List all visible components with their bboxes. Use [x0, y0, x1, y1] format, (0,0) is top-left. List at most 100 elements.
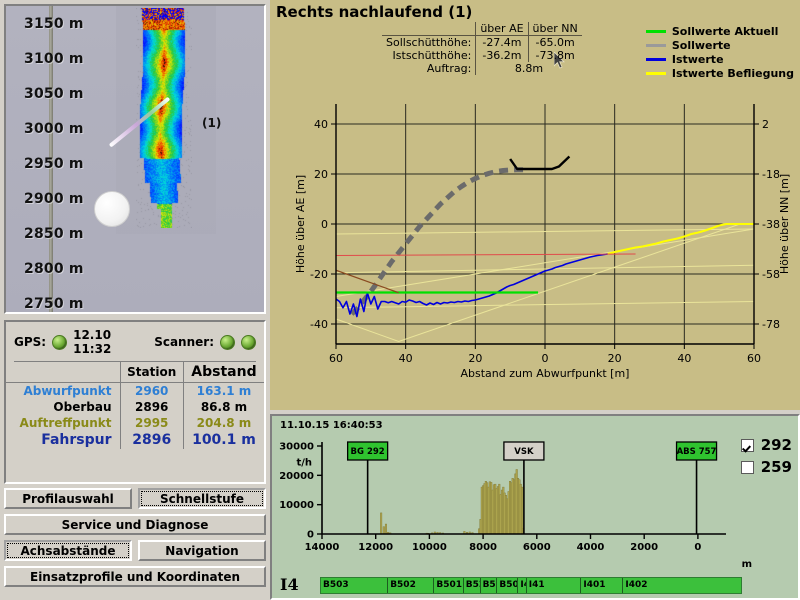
svg-text:-40: -40 — [310, 318, 328, 331]
station-label: 3000 m — [24, 121, 84, 137]
gps-label: GPS: — [14, 335, 47, 349]
throughput-chart-svg: 0100002000030000t/h14000 12000 10000 8000 60… — [274, 430, 744, 560]
throughput-checkbox-group: 292 259 — [740, 434, 792, 478]
readout-auftrag-value: 8.8m — [475, 62, 582, 75]
station-label: 2900 m — [24, 191, 84, 207]
table-body: Abwurfpunkt 2960 163.1 m Oberbau 2896 86.8 mA… — [6, 382, 264, 449]
svg-text:Abstand zum Abwurfpunkt [m]: Abstand zum Abwurfpunkt [m] — [461, 367, 630, 380]
track-segment[interactable]: B501 — [434, 578, 464, 593]
readout-row-ist: Istschütthöhe: -36.2m -73.8m — [382, 49, 582, 62]
row-label: Abwurfpunkt — [23, 384, 112, 398]
boom-label: (1) — [202, 116, 222, 130]
scanner-label: Scanner: — [154, 335, 214, 349]
track-segment[interactable]: I41 — [526, 578, 582, 593]
svg-text:t/h: t/h — [296, 458, 312, 469]
track-segment[interactable]: B52 — [463, 578, 481, 593]
checkbox-259[interactable] — [740, 460, 754, 474]
throughput-bar — [521, 486, 524, 535]
table-row[interactable]: Oberbau 2896 86.8 m — [6, 399, 264, 415]
svg-text:0: 0 — [694, 542, 701, 553]
table-header-blank — [6, 362, 120, 383]
readout-corner — [382, 22, 476, 36]
throughput-panel: 11.10.15 16:40:53 0 10000 20000 30000 t/h 140… — [270, 414, 800, 600]
track-segment[interactable]: I4 — [518, 578, 527, 593]
gps-status-led — [52, 334, 68, 350]
button-achsabst-nde[interactable]: Achsabstände — [4, 540, 132, 561]
throughput-bar — [382, 526, 385, 535]
row-station: 2960 — [119, 382, 184, 399]
button-profilauswahl[interactable]: Profilauswahl — [4, 488, 132, 509]
scan-view-canvas[interactable]: 3150 m 3100 m 3050 m 3000 m 2950 m 2900 m 2850… — [6, 6, 264, 312]
button-navigation[interactable]: Navigation — [138, 540, 266, 561]
svg-text:BG 292: BG 292 — [351, 447, 385, 457]
track-segment[interactable]: I401 — [581, 578, 624, 593]
svg-text:20000: 20000 — [279, 471, 314, 482]
info-panel: GPS: 12.10 11:32 Scanner: Station Abstan… — [4, 320, 266, 484]
checkbox-label: 292 — [760, 436, 792, 454]
svg-text:0: 0 — [321, 218, 328, 231]
legend-label: Istwerte — [671, 52, 724, 66]
svg-text:12000: 12000 — [358, 542, 393, 553]
track-segment[interactable]: B503 — [321, 578, 389, 593]
station-label: 2800 m — [24, 261, 84, 277]
page-title: Rechts nachlaufend (1) — [276, 3, 473, 21]
button-row: Einsatzprofile und Koordinaten — [4, 566, 266, 587]
checkbox-row[interactable]: 259 — [740, 456, 792, 478]
table-row[interactable]: Auftreffpunkt 2995 204.8 m — [6, 415, 264, 431]
readout-soll-ae: -27.4m — [475, 35, 529, 49]
profile-chart-plot[interactable]: 60 40 20 0 20 40 60 Abstand zum Abwurfpunkt [m]… — [292, 92, 794, 382]
track-segment-bar[interactable]: B503B502B501B52B51B50I4I41I401I402 — [320, 577, 742, 594]
button-schnellstufe[interactable]: Schnellstufe — [138, 488, 266, 509]
throughput-bar — [380, 512, 383, 535]
legend-swatch — [645, 29, 666, 33]
checkbox-row[interactable]: 292 — [740, 434, 792, 456]
svg-text:60: 60 — [747, 352, 761, 365]
station-label: 2950 m — [24, 156, 84, 172]
legend-item: Istwerte — [645, 52, 794, 66]
svg-text:Höhe über NN [m]: Höhe über NN [m] — [778, 174, 791, 274]
svg-text:0: 0 — [307, 530, 314, 541]
svg-text:2: 2 — [762, 118, 769, 131]
profile-chart-svg: 60 40 20 0 20 40 60Abstand zum Abwurfpunkt [m]… — [292, 92, 794, 382]
svg-text:-78: -78 — [762, 318, 780, 331]
track-segment[interactable]: I402 — [623, 578, 741, 593]
scan-view-panel[interactable]: 3150 m 3100 m 3050 m 3000 m 2950 m 2900 m 2850… — [4, 4, 266, 314]
row-station: 2995 — [119, 415, 184, 431]
svg-text:60: 60 — [329, 352, 343, 365]
legend-label: Sollwerte — [671, 38, 731, 52]
table-header-row: Station Abstand — [6, 362, 264, 383]
station-label: 2850 m — [24, 226, 84, 242]
svg-text:40: 40 — [314, 118, 328, 131]
row-station: 2896 — [119, 399, 184, 415]
svg-text:VSK: VSK — [514, 447, 534, 457]
throughput-bar — [384, 523, 387, 535]
row-station: 2896 — [119, 431, 184, 449]
button-einsatzprofile-und-koordinaten[interactable]: Einsatzprofile und Koordinaten — [4, 566, 266, 587]
button-panel: Profilauswahl Schnellstufe Service und Dia… — [4, 488, 266, 596]
table-row[interactable]: Fahrspur 2896 100.1 m — [6, 431, 264, 449]
svg-text:6000: 6000 — [523, 542, 551, 553]
legend-swatch — [645, 71, 666, 75]
app-window: 3150 m 3100 m 3050 m 3000 m 2950 m 2900 m 2850… — [0, 0, 800, 600]
svg-text:20: 20 — [608, 352, 622, 365]
svg-text:30000: 30000 — [279, 442, 314, 453]
track-segment[interactable]: B50 — [497, 578, 519, 593]
svg-text:10000: 10000 — [412, 542, 447, 553]
legend-swatch — [645, 57, 666, 61]
readout-col-nn: über NN — [527, 22, 582, 36]
checkbox-292[interactable] — [740, 438, 754, 452]
table-row[interactable]: Abwurfpunkt 2960 163.1 m — [6, 382, 264, 399]
track-segment[interactable]: B502 — [388, 578, 435, 593]
legend-item: Sollwerte — [645, 38, 794, 52]
profile-chart-panel: Rechts nachlaufend (1) über AE über NN S… — [270, 0, 800, 410]
row-label: Auftreffpunkt — [19, 416, 112, 430]
svg-text:20: 20 — [314, 168, 328, 181]
button-service-und-diagnose[interactable]: Service und Diagnose — [4, 514, 266, 535]
readout-row-auftrag: Auftrag: 8.8m — [382, 62, 582, 75]
status-timestamp: 12.10 11:32 — [73, 328, 112, 356]
track-segment[interactable]: B51 — [480, 578, 498, 593]
readout-soll-nn: -65.0m — [527, 35, 582, 49]
readout-label-auftrag: Auftrag: — [426, 62, 472, 75]
machine-ball-icon — [94, 191, 130, 227]
throughput-x-unit: m — [741, 559, 752, 570]
